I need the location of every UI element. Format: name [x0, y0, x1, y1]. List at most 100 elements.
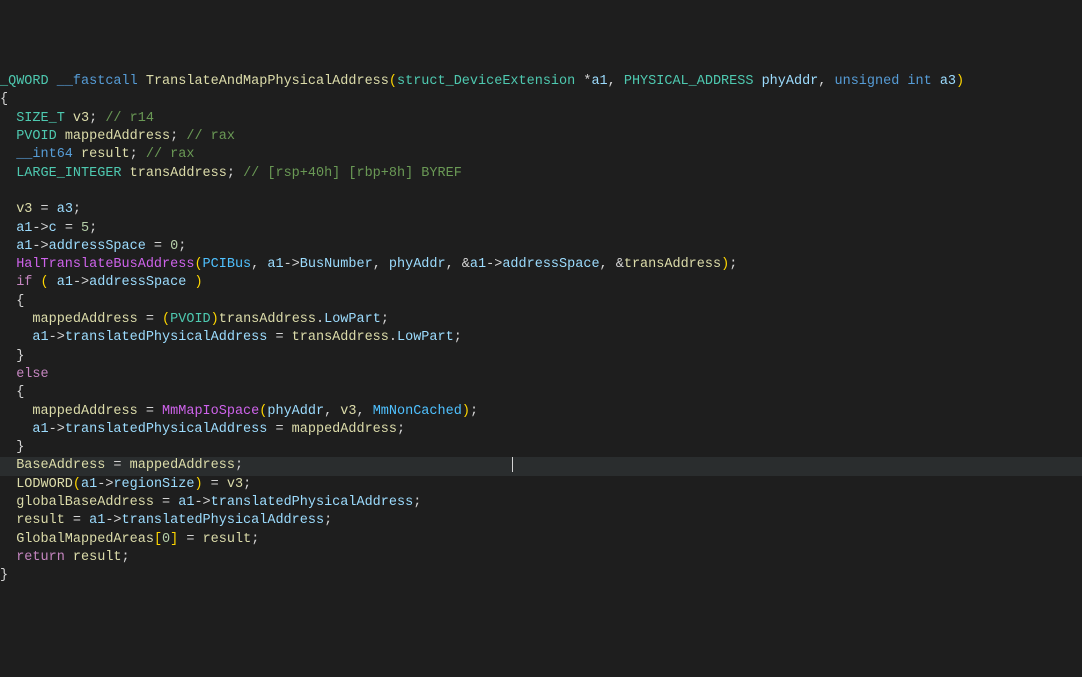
code-line[interactable]: }	[0, 439, 1082, 457]
code-token: // r14	[105, 111, 154, 126]
code-token: phyAddr	[762, 74, 819, 89]
code-token: ;	[413, 495, 421, 510]
code-token: transAddress	[130, 166, 227, 181]
code-token: ,	[373, 257, 389, 272]
code-token: (	[73, 477, 81, 492]
code-token: )	[194, 275, 202, 290]
code-line[interactable]: }	[0, 348, 1082, 366]
code-token: (	[162, 312, 170, 327]
code-line[interactable]: if ( a1->addressSpace )	[0, 274, 1082, 292]
code-token: BusNumber	[300, 257, 373, 272]
code-line[interactable]	[0, 183, 1082, 201]
code-line[interactable]: }	[0, 567, 1082, 585]
code-token	[65, 550, 73, 565]
code-line[interactable]: mappedAddress = (PVOID)transAddress.LowP…	[0, 311, 1082, 329]
code-token: .	[316, 312, 324, 327]
code-view[interactable]: _QWORD __fastcall TranslateAndMapPhysica…	[0, 73, 1082, 585]
code-token: translatedPhysicalAddress	[211, 495, 414, 510]
code-token: transAddress	[219, 312, 316, 327]
code-line[interactable]: SIZE_T v3; // r14	[0, 110, 1082, 128]
code-token	[138, 74, 146, 89]
code-line[interactable]: BaseAddress = mappedAddress;	[0, 457, 1082, 475]
code-token: =	[178, 532, 202, 547]
code-token: SIZE_T	[16, 111, 65, 126]
code-token: a1	[81, 477, 97, 492]
code-token: ;	[178, 239, 186, 254]
code-token: *	[575, 74, 591, 89]
code-token: ->	[49, 422, 65, 437]
code-token: ;	[397, 422, 405, 437]
code-line[interactable]: {	[0, 91, 1082, 109]
code-token: a3	[57, 202, 73, 217]
code-token: =	[154, 495, 178, 510]
code-line[interactable]: __int64 result; // rax	[0, 146, 1082, 164]
code-token	[32, 275, 40, 290]
code-token	[49, 74, 57, 89]
code-token: HalTranslateBusAddress	[16, 257, 194, 272]
code-token: }	[0, 440, 24, 455]
code-line[interactable]: return result;	[0, 549, 1082, 567]
code-token	[0, 477, 16, 492]
code-line[interactable]: {	[0, 384, 1082, 402]
code-line[interactable]: a1->translatedPhysicalAddress = mappedAd…	[0, 421, 1082, 439]
code-line[interactable]: globalBaseAddress = a1->translatedPhysic…	[0, 494, 1082, 512]
code-line[interactable]: v3 = a3;	[0, 201, 1082, 219]
code-token: (	[194, 257, 202, 272]
code-line[interactable]: a1->c = 5;	[0, 220, 1082, 238]
code-token: ->	[32, 221, 48, 236]
code-line[interactable]: GlobalMappedAreas[0] = result;	[0, 531, 1082, 549]
code-token: addressSpace	[502, 257, 599, 272]
code-token: ;	[170, 129, 186, 144]
code-line[interactable]: {	[0, 293, 1082, 311]
code-line[interactable]: else	[0, 366, 1082, 384]
code-token: // rax	[146, 147, 195, 162]
code-token: ;	[73, 202, 81, 217]
code-token: ;	[243, 477, 251, 492]
code-token: ;	[227, 166, 243, 181]
code-line[interactable]: a1->addressSpace = 0;	[0, 238, 1082, 256]
code-token: addressSpace	[89, 275, 186, 290]
code-token: a1	[267, 257, 283, 272]
code-token: , &	[600, 257, 624, 272]
code-token	[0, 367, 16, 382]
code-token	[0, 404, 32, 419]
code-line[interactable]: HalTranslateBusAddress(PCIBus, a1->BusNu…	[0, 256, 1082, 274]
code-token: a1	[16, 239, 32, 254]
code-token: ,	[608, 74, 624, 89]
code-token: ;	[729, 257, 737, 272]
code-token: struct_DeviceExtension	[397, 74, 575, 89]
code-line[interactable]: mappedAddress = MmMapIoSpace(phyAddr, v3…	[0, 403, 1082, 421]
code-token	[0, 550, 16, 565]
code-token	[0, 422, 32, 437]
code-token: {	[0, 92, 8, 107]
code-token: _QWORD	[0, 74, 49, 89]
code-token: )	[956, 74, 964, 89]
code-token: translatedPhysicalAddress	[122, 513, 325, 528]
code-token: a1	[89, 513, 105, 528]
code-token: ->	[32, 239, 48, 254]
code-token: )	[721, 257, 729, 272]
code-line[interactable]: a1->translatedPhysicalAddress = transAdd…	[0, 329, 1082, 347]
code-token: ;	[89, 111, 105, 126]
code-token: a1	[591, 74, 607, 89]
code-token: unsigned int	[835, 74, 932, 89]
code-token	[49, 275, 57, 290]
code-token: result	[81, 147, 130, 162]
code-line[interactable]: _QWORD __fastcall TranslateAndMapPhysica…	[0, 73, 1082, 91]
code-line[interactable]: PVOID mappedAddress; // rax	[0, 128, 1082, 146]
code-line[interactable]: LARGE_INTEGER transAddress; // [rsp+40h]…	[0, 165, 1082, 183]
code-line[interactable]: LODWORD(a1->regionSize) = v3;	[0, 476, 1082, 494]
code-token: if	[16, 275, 32, 290]
code-token: ,	[818, 74, 834, 89]
code-token: ;	[251, 532, 259, 547]
code-token: ;	[89, 221, 97, 236]
code-token	[0, 532, 16, 547]
code-token: c	[49, 221, 57, 236]
code-line[interactable]: result = a1->translatedPhysicalAddress;	[0, 512, 1082, 530]
code-token: ;	[470, 404, 478, 419]
code-token: regionSize	[113, 477, 194, 492]
code-token: __int64	[16, 147, 73, 162]
code-token: }	[0, 349, 24, 364]
code-token: (	[389, 74, 397, 89]
code-token: ,	[357, 404, 373, 419]
